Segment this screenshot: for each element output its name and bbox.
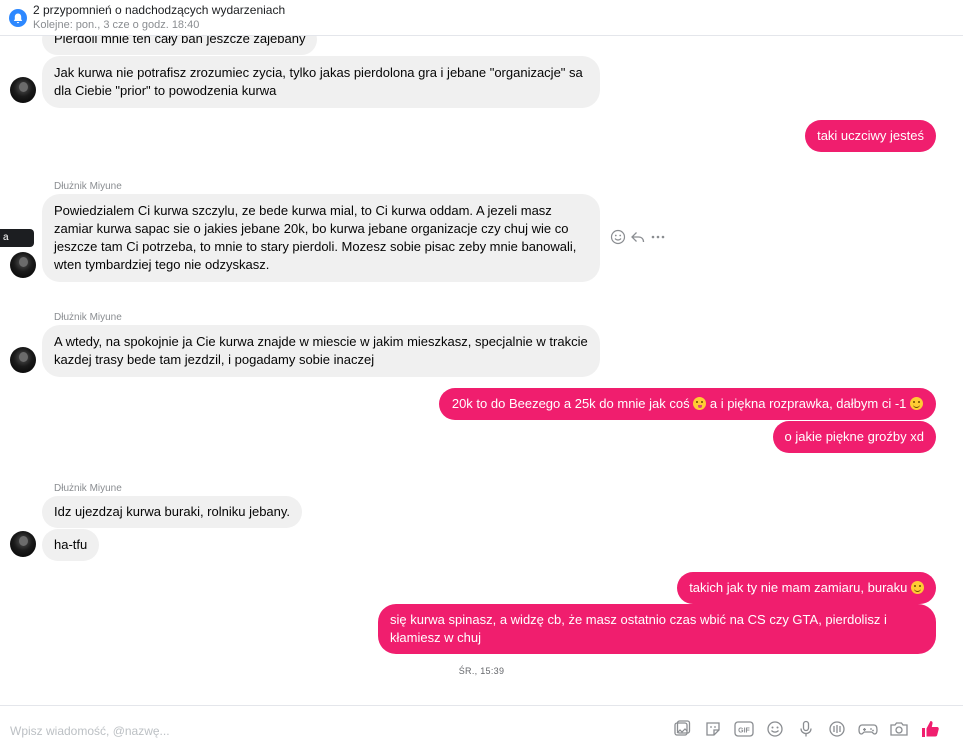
smile-emoji-icon — [911, 581, 924, 594]
gif-icon[interactable]: GIF — [733, 718, 754, 739]
avatar[interactable] — [10, 252, 36, 278]
incoming-message[interactable]: Jak kurwa nie potrafisz zrozumiec zycia,… — [42, 56, 600, 108]
outgoing-message[interactable]: się kurwa spinasz, a widzę cb, że masz o… — [378, 604, 936, 654]
microphone-icon[interactable] — [795, 718, 816, 739]
smile-emoji-icon — [910, 397, 923, 410]
tongue-emoji-icon — [693, 397, 707, 410]
reminder-banner[interactable]: 2 przypomnień o nadchodzących wydarzenia… — [0, 0, 963, 36]
like-icon[interactable] — [919, 718, 940, 739]
outgoing-message[interactable]: 20k to do Beezego a 25k do mnie jak coś … — [438, 388, 936, 420]
message-actions — [610, 229, 666, 245]
reply-icon[interactable] — [630, 229, 646, 245]
avatar[interactable] — [10, 77, 36, 103]
react-icon[interactable] — [610, 229, 626, 245]
outgoing-message[interactable]: takich jak ty nie mam zamiaru, buraku — [677, 572, 936, 604]
composer-toolbar: GIF — [671, 718, 940, 739]
timestamp-tooltip: a 12:00 — [0, 229, 34, 261]
avatar[interactable] — [10, 531, 36, 557]
message-composer: Wpisz wiadomość, @nazwę... GIF — [0, 705, 963, 750]
more-icon[interactable] — [650, 229, 666, 245]
svg-text:GIF: GIF — [738, 727, 750, 734]
incoming-message[interactable]: ha-tfu — [42, 529, 100, 561]
bell-icon — [9, 9, 27, 27]
incoming-message[interactable]: Idz ujezdzaj kurwa buraki, rolniku jeban… — [42, 496, 303, 528]
incoming-message[interactable]: Powiedzialem Ci kurwa szczylu, ze bede k… — [42, 194, 600, 282]
date-separator: ŚR., 15:39 — [458, 666, 505, 676]
banner-subtitle: Kolejne: pon., 3 cze o godz. 18:40 — [33, 19, 200, 31]
outgoing-message[interactable]: taki uczciwy jesteś — [805, 120, 936, 152]
image-icon[interactable] — [671, 718, 692, 739]
message-thread: Pierdoli mnie ten cały ban jeszcze zajeb… — [0, 0, 963, 705]
sticker-icon[interactable] — [702, 718, 723, 739]
game-controller-icon[interactable] — [857, 718, 878, 739]
outgoing-message[interactable]: o jakie piękne groźby xd — [772, 421, 936, 453]
sender-name: Dłużnik Miyune — [54, 181, 122, 192]
sender-name: Dłużnik Miyune — [54, 312, 122, 323]
banner-title: 2 przypomnień o nadchodzących wydarzenia… — [33, 3, 286, 17]
payment-icon[interactable] — [826, 718, 847, 739]
avatar[interactable] — [10, 347, 36, 373]
camera-icon[interactable] — [888, 718, 909, 739]
message-input[interactable]: Wpisz wiadomość, @nazwę... — [10, 724, 170, 738]
sender-name: Dłużnik Miyune — [54, 483, 122, 494]
emoji-icon[interactable] — [764, 718, 785, 739]
incoming-message[interactable]: A wtedy, na spokojnie ja Cie kurwa znajd… — [42, 325, 600, 377]
